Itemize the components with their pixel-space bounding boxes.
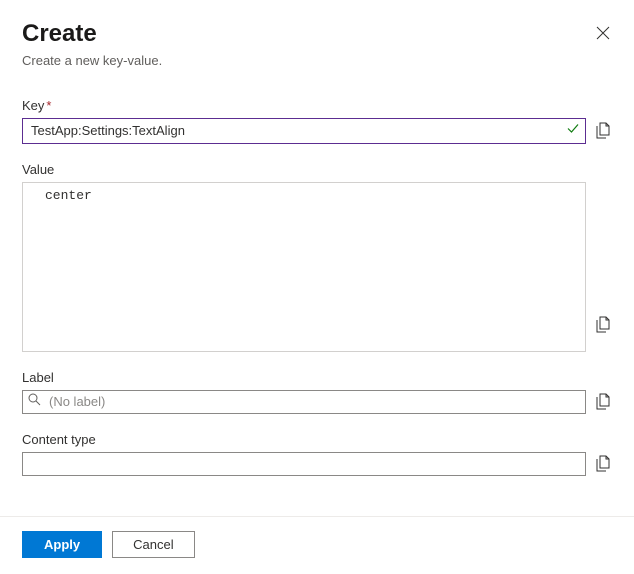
close-icon	[596, 26, 610, 40]
panel-subtitle: Create a new key-value.	[22, 53, 162, 68]
panel-footer: Apply Cancel	[0, 516, 634, 574]
panel-title: Create	[22, 20, 162, 49]
copy-content-type-button[interactable]	[594, 455, 612, 473]
copy-label-button[interactable]	[594, 393, 612, 411]
close-button[interactable]	[594, 24, 612, 42]
label-label: Label	[22, 370, 612, 385]
copy-key-button[interactable]	[594, 122, 612, 140]
copy-value-button[interactable]	[594, 316, 612, 334]
copy-icon	[596, 455, 611, 472]
key-label: Key*	[22, 98, 612, 113]
copy-icon	[596, 122, 611, 139]
required-indicator: *	[46, 98, 51, 113]
apply-button[interactable]: Apply	[22, 531, 102, 558]
search-icon	[28, 393, 41, 411]
content-type-input[interactable]	[22, 452, 586, 476]
copy-icon	[596, 393, 611, 410]
label-input[interactable]	[22, 390, 586, 414]
value-textarea[interactable]	[22, 182, 586, 352]
cancel-button[interactable]: Cancel	[112, 531, 194, 558]
checkmark-icon	[566, 121, 580, 140]
key-input[interactable]	[22, 118, 586, 144]
value-label: Value	[22, 162, 612, 177]
content-type-label: Content type	[22, 432, 612, 447]
copy-icon	[596, 316, 611, 333]
